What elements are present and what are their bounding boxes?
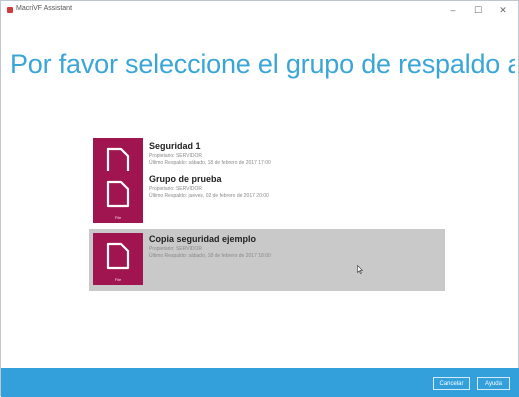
close-button[interactable]: ✕ <box>496 4 510 16</box>
wizard-window: MacriVF Assistant – ☐ ✕ Por favor selecc… <box>0 0 519 397</box>
backup-group-item[interactable]: File Grupo de prueba Propietario: SERVID… <box>89 169 445 227</box>
group-last-backup: Último Respaldo: sábado, 18 de febrero d… <box>149 160 271 166</box>
group-name: Copia seguridad ejemplo <box>149 234 257 244</box>
minimize-button[interactable]: – <box>446 4 460 16</box>
help-button[interactable]: Ayuda <box>477 377 510 390</box>
group-name: Seguridad 1 <box>149 141 201 151</box>
page-heading: Por favor seleccione el grupo de respald… <box>10 49 515 79</box>
backup-group-item-selected[interactable]: File Copia seguridad ejemplo Propietario… <box>89 229 445 291</box>
window-title: MacriVF Assistant <box>16 5 73 12</box>
cancel-button[interactable]: Cancelar <box>433 377 470 390</box>
group-tile: File <box>93 233 143 285</box>
group-owner: Propietario: SERVIDOR <box>149 153 202 159</box>
group-name: Grupo de prueba <box>149 174 222 184</box>
group-last-backup: Último Respaldo: sábado, 18 de febrero d… <box>149 253 271 259</box>
file-icon <box>106 180 130 208</box>
maximize-button[interactable]: ☐ <box>471 4 485 16</box>
file-icon <box>106 242 130 270</box>
mouse-cursor-icon <box>357 265 363 274</box>
group-owner: Propietario: SERVIDOR <box>149 246 202 252</box>
group-last-backup: Último Respaldo: jueves, 02 de febrero d… <box>149 193 269 199</box>
tile-label: File <box>114 277 122 282</box>
tile-label: File <box>114 215 122 220</box>
group-tile: File <box>93 171 143 223</box>
footer-bar: Cancelar Ayuda <box>1 368 519 397</box>
app-icon <box>7 7 13 13</box>
title-bar: MacriVF Assistant – ☐ ✕ <box>1 1 518 19</box>
group-owner: Propietario: SERVIDOR <box>149 186 202 192</box>
